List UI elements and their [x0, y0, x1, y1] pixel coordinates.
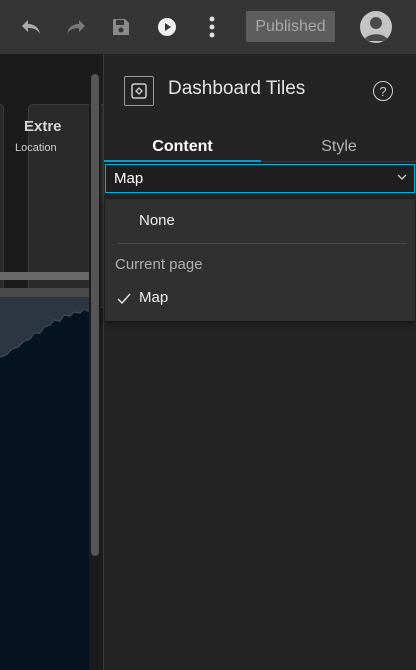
canvas-divider-secondary — [0, 288, 92, 297]
canvas-divider — [0, 272, 92, 280]
save-icon[interactable] — [106, 12, 136, 42]
page-select-value: Map — [114, 170, 144, 187]
dashboard-canvas: Extre Location — [0, 54, 103, 670]
card-title: Extre — [24, 118, 62, 135]
dropdown-separator — [117, 243, 407, 244]
tab-content[interactable]: Content — [104, 132, 261, 162]
dropdown-option-map[interactable]: Map — [139, 289, 168, 306]
play-icon[interactable] — [152, 12, 182, 42]
card-subtitle: Location — [15, 142, 57, 154]
more-vertical-icon[interactable] — [197, 12, 227, 42]
tile-widget-icon — [124, 76, 154, 106]
page-select[interactable]: Map — [105, 164, 415, 193]
user-avatar-icon[interactable] — [360, 11, 392, 43]
tab-divider — [261, 161, 416, 162]
check-icon — [117, 292, 131, 310]
undo-icon[interactable] — [16, 12, 46, 42]
chevron-down-icon — [397, 172, 407, 184]
page-dropdown-menu: None Current page Map — [105, 199, 415, 321]
published-button[interactable]: Published — [246, 11, 335, 42]
active-tab-indicator — [104, 160, 261, 162]
top-toolbar: Published — [0, 0, 416, 54]
help-icon[interactable]: ? — [373, 81, 393, 101]
settings-panel: Dashboard Tiles ? Content Style Map None… — [103, 54, 416, 670]
canvas-scrollbar-thumb[interactable] — [91, 74, 99, 556]
redo-icon[interactable] — [61, 12, 91, 42]
dropdown-group-label: Current page — [115, 256, 203, 273]
map-view[interactable] — [0, 297, 93, 670]
dropdown-option-none[interactable]: None — [139, 212, 175, 229]
panel-title: Dashboard Tiles — [168, 78, 306, 99]
tab-style[interactable]: Style — [261, 132, 416, 162]
